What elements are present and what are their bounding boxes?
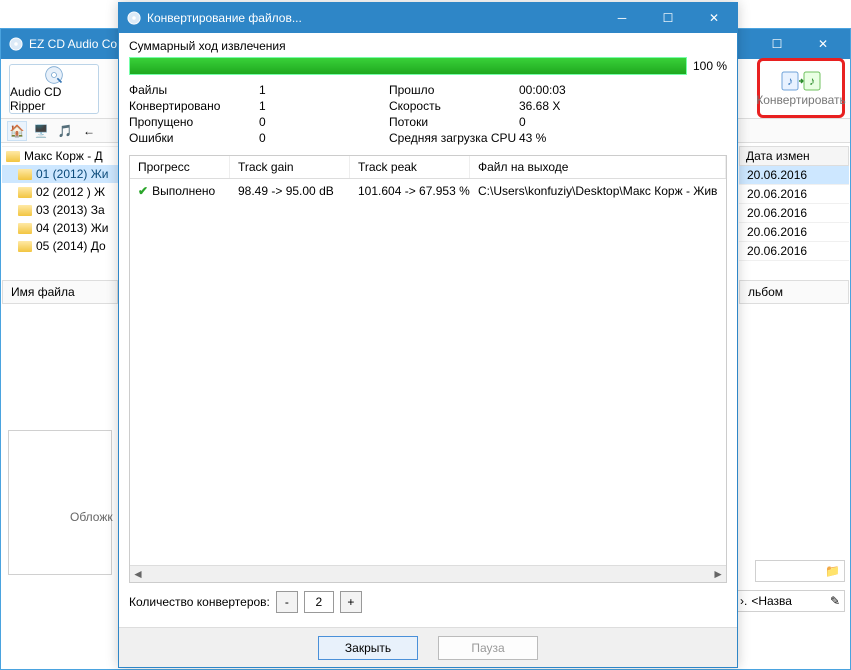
col-peak[interactable]: Track peak [350,156,470,178]
checkmark-icon: ✔ [138,184,148,198]
convert-icon: ♪♪ [781,69,821,93]
date-column: Дата измен 20.06.2016 20.06.2016 20.06.2… [739,146,849,261]
back-arrow-icon[interactable]: ← [79,121,99,141]
skipped-value: 0 [259,115,389,129]
folder-icon [18,169,32,180]
template-field[interactable]: ›. <Назва ✎ [735,590,845,612]
tree-item[interactable]: 03 (2013) За [2,201,118,219]
cover-panel [8,430,112,575]
overall-progress-bar [129,57,687,75]
progress-percent: 100 % [693,59,727,73]
home-folder-icon[interactable]: 🏠 [7,121,27,141]
tree-item[interactable]: 02 (2012 ) Ж [2,183,118,201]
cd-icon [9,37,23,51]
decrement-button[interactable]: - [276,591,298,613]
maximize-icon[interactable]: ☐ [754,29,800,59]
row-peak: 101.604 -> 67.953 % [350,182,470,200]
list-header: Прогресс Track gain Track peak Файл на в… [130,156,726,179]
date-row[interactable]: 20.06.2016 [739,223,849,242]
row-output: C:\Users\konfuziy\Desktop\Макс Корж - Жи… [470,182,726,200]
files-value: 1 [259,83,389,97]
converted-label: Конвертировано [129,99,259,113]
speed-value: 36.68 X [519,99,727,113]
folder-icon [18,223,32,234]
folder-icon [6,151,20,162]
col-progress[interactable]: Прогресс [130,156,230,178]
increment-button[interactable]: + [340,591,362,613]
dialog-button-bar: Закрыть Пауза [119,627,737,667]
speed-label: Скорость [389,99,519,113]
folder-icon [18,187,32,198]
chevron-right-icon: ›. [740,594,747,608]
close-icon[interactable]: ✕ [691,3,737,33]
date-row[interactable]: 20.06.2016 [739,185,849,204]
files-label: Файлы [129,83,259,97]
elapsed-label: Прошло [389,83,519,97]
album-column-header[interactable]: льбом [739,280,849,304]
cd-ripper-icon [42,65,66,85]
folder-icon [18,241,32,252]
maximize-icon[interactable]: ☐ [645,3,691,33]
date-header[interactable]: Дата измен [739,146,849,166]
converters-label: Количество конвертеров: [129,595,270,609]
skipped-label: Пропущено [129,115,259,129]
errors-value: 0 [259,131,389,145]
svg-text:♪: ♪ [787,74,793,88]
monitor-icon[interactable]: 🖥️ [31,121,51,141]
info-grid: Файлы 1 Прошло 00:00:03 Конвертировано 1… [129,83,727,145]
cpu-label: Средняя загрузка CPU [389,131,519,145]
cd-icon [127,11,141,25]
converters-control: Количество конвертеров: - + [129,591,727,613]
ripper-label: Audio CD Ripper [10,85,98,113]
row-gain: 98.49 -> 95.00 dB [230,182,350,200]
folder-tree[interactable]: Макс Корж - Д 01 (2012) Жи 02 (2012 ) Ж … [2,146,118,256]
row-progress: Выполнено [152,184,215,198]
convert-dialog: Конвертирование файлов... ─ ☐ ✕ Суммарны… [118,2,738,668]
convert-label: Конвертировать [756,93,846,107]
music-note-icon[interactable]: 🎵 [55,121,75,141]
threads-value: 0 [519,115,727,129]
scroll-right-icon[interactable]: ► [712,567,724,581]
elapsed-value: 00:00:03 [519,83,727,97]
close-icon[interactable]: ✕ [800,29,846,59]
svg-text:♪: ♪ [809,74,815,88]
convert-button[interactable]: ♪♪ Конвертировать [757,58,845,118]
cpu-value: 43 % [519,131,727,145]
converters-input[interactable] [304,591,334,613]
main-title: EZ CD Audio Co [29,37,117,51]
date-row[interactable]: 20.06.2016 [739,166,849,185]
date-row[interactable]: 20.06.2016 [739,242,849,261]
scroll-left-icon[interactable]: ◄ [132,567,144,581]
close-button[interactable]: Закрыть [318,636,418,660]
list-row[interactable]: ✔ Выполнено 98.49 -> 95.00 dB 101.604 -> … [130,179,726,203]
dialog-title: Конвертирование файлов... [147,11,302,25]
audio-cd-ripper-button[interactable]: Audio CD Ripper [9,64,99,114]
summary-label: Суммарный ход извлечения [129,39,727,53]
tree-item[interactable]: 05 (2014) До [2,237,118,255]
template-label: <Назва [751,594,792,608]
tree-root[interactable]: Макс Корж - Д [2,147,118,165]
filename-column-header[interactable]: Имя файла [2,280,118,304]
edit-icon[interactable]: ✎ [830,594,840,608]
col-gain[interactable]: Track gain [230,156,350,178]
pause-button[interactable]: Пауза [438,636,538,660]
tree-item[interactable]: 04 (2013) Жи [2,219,118,237]
browse-folder-icon[interactable]: 📁 [825,564,840,578]
converted-value: 1 [259,99,389,113]
browse-field[interactable]: 📁 [755,560,845,582]
folder-icon [18,205,32,216]
horizontal-scrollbar[interactable]: ◄► [130,565,726,582]
dialog-titlebar: Конвертирование файлов... ─ ☐ ✕ [119,3,737,33]
results-list: Прогресс Track gain Track peak Файл на в… [129,155,727,583]
col-output[interactable]: Файл на выходе [470,156,726,178]
tree-item[interactable]: 01 (2012) Жи [2,165,118,183]
cover-label: Обложк [70,510,113,524]
threads-label: Потоки [389,115,519,129]
date-row[interactable]: 20.06.2016 [739,204,849,223]
errors-label: Ошибки [129,131,259,145]
minimize-icon[interactable]: ─ [599,3,645,33]
